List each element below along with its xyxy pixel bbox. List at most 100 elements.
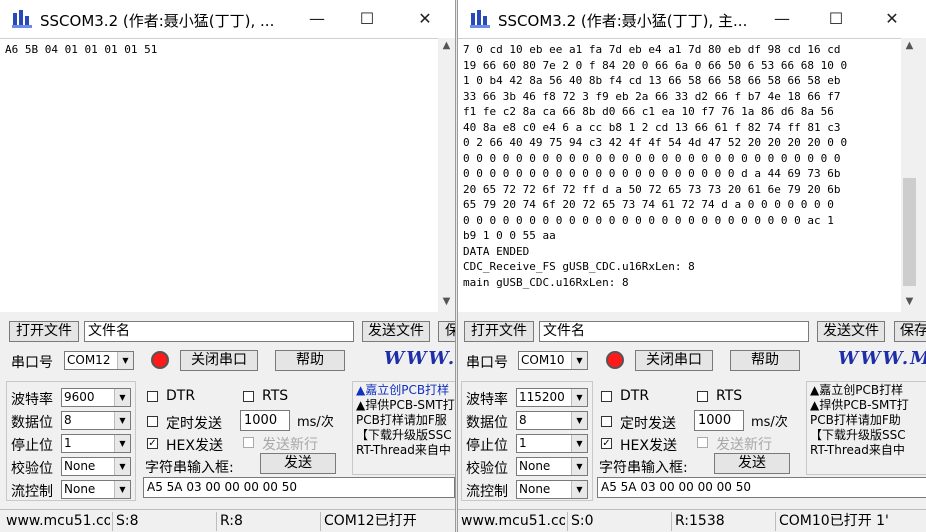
stop-bits-select[interactable]: 1 ▼ (61, 434, 131, 453)
minimize-button[interactable]: — (767, 6, 797, 32)
close-port-button[interactable]: 关闭串口 (180, 350, 258, 371)
data-bits-value: 8 (519, 413, 527, 427)
vertical-scrollbar[interactable]: ▲ ▼ (438, 38, 455, 312)
interval-field[interactable]: 1000 (694, 410, 744, 431)
chevron-down-icon[interactable]: ▼ (571, 352, 587, 369)
promo-link-1[interactable]: ▲嘉立创PCB打样 (356, 383, 455, 398)
open-file-button[interactable]: 打开文件 (464, 321, 534, 342)
chevron-down-icon[interactable]: ▼ (114, 412, 130, 429)
open-file-button[interactable]: 打开文件 (9, 321, 79, 342)
window-title: SSCOM3.2 (作者:聂小猛(丁丁), ... (40, 12, 275, 30)
receive-area[interactable]: 7 0 cd 10 eb ee a1 fa 7d eb e4 a1 7d 80 … (458, 38, 901, 312)
app-icon (470, 10, 490, 28)
stop-bits-value: 1 (519, 436, 527, 450)
stop-bits-label: 停止位 (466, 438, 508, 454)
data-bits-select[interactable]: 8 ▼ (61, 411, 131, 430)
send-file-button[interactable]: 发送文件 (817, 321, 885, 342)
baud-value: 9600 (64, 390, 95, 404)
title-bar[interactable]: SSCOM3.2 (作者:聂小猛(丁丁), 主... — ☐ ✕ (458, 0, 926, 38)
hex-send-checkbox[interactable]: ✓ (147, 438, 158, 449)
flow-control-select[interactable]: None ▼ (61, 480, 131, 499)
title-bar[interactable]: SSCOM3.2 (作者:聂小猛(丁丁), ... — ☐ ✕ (0, 0, 455, 38)
baud-select[interactable]: 115200 ▼ (516, 388, 588, 407)
chevron-down-icon[interactable]: ▼ (571, 481, 587, 498)
chevron-down-icon[interactable]: ▼ (114, 389, 130, 406)
maximize-button[interactable]: ☐ (352, 6, 382, 32)
flow-control-label: 流控制 (11, 484, 53, 500)
timed-send-checkbox[interactable] (601, 416, 612, 427)
port-value: COM12 (67, 353, 111, 367)
filename-field[interactable]: 文件名 (539, 321, 809, 342)
site-logo-text[interactable]: WWW.M (838, 348, 926, 369)
parity-select[interactable]: None ▼ (516, 457, 588, 476)
promo-line-1[interactable]: ▲嘉立创PCB打样 (810, 383, 926, 398)
send-button[interactable]: 发送 (260, 453, 336, 474)
timed-send-checkbox[interactable] (147, 416, 158, 427)
port-select[interactable]: COM10 ▼ (518, 351, 588, 370)
parity-value: None (64, 459, 96, 473)
data-bits-select[interactable]: 8 ▼ (516, 411, 588, 430)
save-button[interactable]: 保存 (894, 321, 926, 342)
scroll-down-icon[interactable]: ▼ (438, 294, 455, 310)
chevron-down-icon[interactable]: ▼ (114, 435, 130, 452)
stop-bits-select[interactable]: 1 ▼ (516, 434, 588, 453)
scroll-down-icon[interactable]: ▼ (901, 294, 918, 310)
stop-bits-value: 1 (64, 436, 72, 450)
hex-send-checkbox[interactable]: ✓ (601, 438, 612, 449)
status-port-state: COM10已打开 1' (775, 512, 926, 531)
parity-label: 校验位 (466, 461, 508, 477)
scroll-up-icon[interactable]: ▲ (438, 38, 455, 54)
baud-select[interactable]: 9600 ▼ (61, 388, 131, 407)
dtr-label: DTR (620, 388, 650, 404)
flow-control-label: 流控制 (466, 484, 508, 500)
filename-field[interactable]: 文件名 (84, 321, 354, 342)
status-sent: S:8 (112, 512, 216, 531)
close-port-button[interactable]: 关闭串口 (635, 350, 713, 371)
minimize-button[interactable]: — (302, 6, 332, 32)
parity-select[interactable]: None ▼ (61, 457, 131, 476)
chevron-down-icon[interactable]: ▼ (114, 458, 130, 475)
send-newline-checkbox[interactable] (697, 437, 708, 448)
scroll-thumb[interactable] (903, 178, 916, 286)
flow-control-select[interactable]: None ▼ (516, 480, 588, 499)
send-newline-checkbox[interactable] (243, 437, 254, 448)
window-title: SSCOM3.2 (作者:聂小猛(丁丁), 主... (498, 12, 748, 30)
promo-line-3: PCB打样请加F助 (810, 413, 901, 427)
send-input[interactable]: A5 5A 03 00 00 00 00 50 (597, 477, 926, 498)
rts-label: RTS (716, 388, 743, 404)
dtr-checkbox[interactable] (601, 391, 612, 402)
rts-checkbox[interactable] (697, 391, 708, 402)
baud-label: 波特率 (11, 392, 53, 408)
help-button[interactable]: 帮助 (275, 350, 345, 371)
close-button[interactable]: ✕ (877, 6, 907, 32)
site-logo-text[interactable]: WWW. (384, 348, 455, 369)
chevron-down-icon[interactable]: ▼ (571, 435, 587, 452)
app-icon (12, 10, 32, 28)
port-select[interactable]: COM12 ▼ (64, 351, 134, 370)
chevron-down-icon[interactable]: ▼ (117, 352, 133, 369)
promo-line-4: 【下载升级版SSC (810, 428, 906, 442)
promo-line-2: ▲捍供PCB-SMT打 (356, 398, 455, 412)
status-sent: S:0 (567, 512, 671, 531)
close-button[interactable]: ✕ (410, 6, 440, 32)
input-label: 字符串输入框: (145, 460, 234, 476)
port-value: COM10 (521, 353, 565, 367)
scroll-up-icon[interactable]: ▲ (901, 38, 918, 54)
chevron-down-icon[interactable]: ▼ (571, 458, 587, 475)
receive-area[interactable]: A6 5B 04 01 01 01 01 51 (0, 38, 438, 312)
help-button[interactable]: 帮助 (730, 350, 800, 371)
chevron-down-icon[interactable]: ▼ (114, 481, 130, 498)
chevron-down-icon[interactable]: ▼ (571, 412, 587, 429)
dtr-checkbox[interactable] (147, 391, 158, 402)
maximize-button[interactable]: ☐ (821, 6, 851, 32)
send-input[interactable]: A5 5A 03 00 00 00 00 50 (143, 477, 455, 498)
send-file-button[interactable]: 发送文件 (362, 321, 430, 342)
dtr-label: DTR (166, 388, 196, 404)
send-button[interactable]: 发送 (714, 453, 790, 474)
rts-checkbox[interactable] (243, 391, 254, 402)
interval-field[interactable]: 1000 (240, 410, 290, 431)
save-button[interactable]: 保 (438, 321, 455, 342)
vertical-scrollbar[interactable]: ▲ ▼ (901, 38, 918, 312)
baud-value: 115200 (519, 390, 565, 404)
chevron-down-icon[interactable]: ▼ (571, 389, 587, 406)
